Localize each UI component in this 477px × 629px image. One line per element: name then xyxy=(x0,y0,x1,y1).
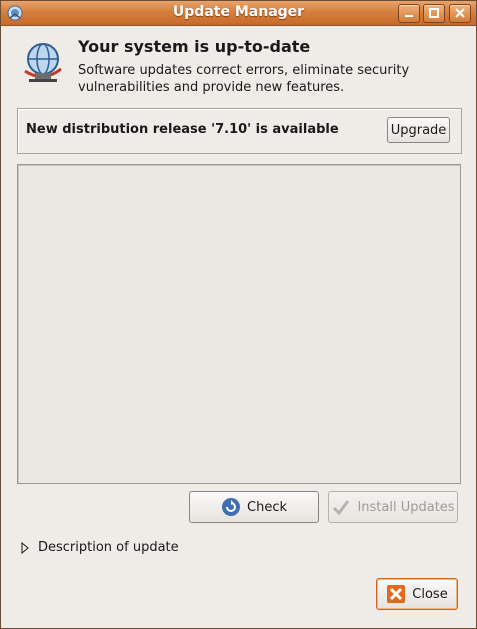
upgrade-button[interactable]: Upgrade xyxy=(387,117,450,143)
expander-label: Description of update xyxy=(38,540,179,555)
update-manager-window: Update Manager Your system is up-to-date… xyxy=(0,0,477,629)
close-button[interactable]: Close xyxy=(376,578,458,610)
release-message: New distribution release '7.10' is avail… xyxy=(26,122,339,137)
titlebar[interactable]: Update Manager xyxy=(1,1,476,26)
expander-arrow-icon xyxy=(21,541,29,554)
close-window-button[interactable] xyxy=(449,4,471,23)
refresh-icon xyxy=(222,498,240,516)
close-icon xyxy=(455,8,465,18)
maximize-icon xyxy=(429,8,439,18)
check-button[interactable]: Check xyxy=(189,491,319,523)
upgrade-button-label: Upgrade xyxy=(390,122,447,138)
network-globe-icon xyxy=(24,43,62,82)
description-expander[interactable]: Description of update xyxy=(21,540,179,555)
minimize-icon xyxy=(405,15,413,17)
close-button-label: Close xyxy=(412,586,448,602)
status-heading: Your system is up-to-date xyxy=(78,37,311,56)
maximize-button[interactable] xyxy=(423,4,445,23)
updates-list[interactable] xyxy=(17,164,461,484)
checkmark-icon xyxy=(333,500,350,516)
minimize-button[interactable] xyxy=(398,4,420,23)
close-x-icon xyxy=(387,585,406,603)
status-description: Software updates correct errors, elimina… xyxy=(78,63,410,95)
install-updates-button[interactable]: Install Updates xyxy=(328,491,458,523)
check-button-label: Check xyxy=(247,499,287,515)
release-notice: New distribution release '7.10' is avail… xyxy=(17,108,462,154)
install-updates-label: Install Updates xyxy=(357,499,455,515)
